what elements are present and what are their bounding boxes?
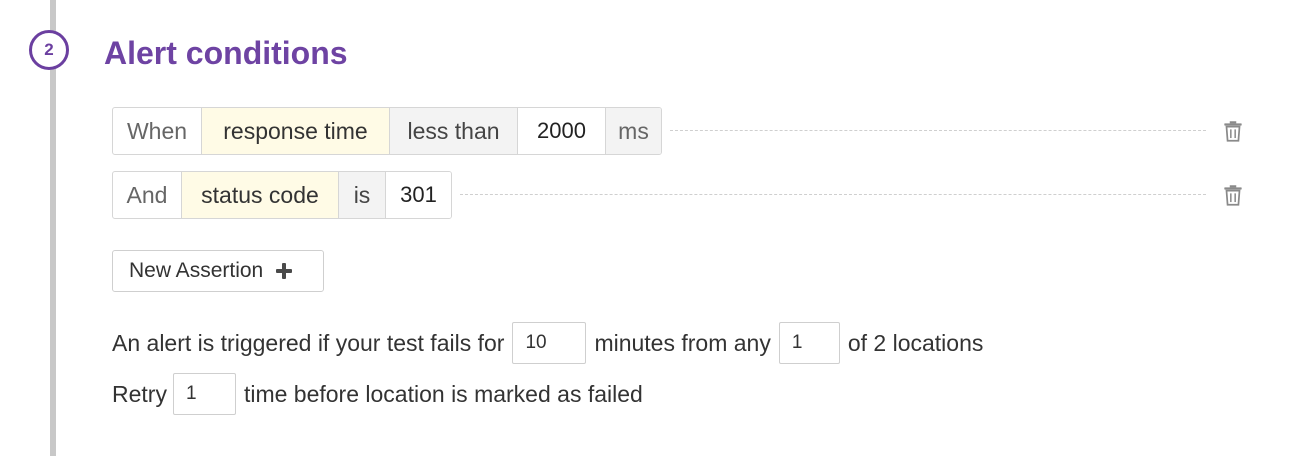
trash-icon[interactable] bbox=[1220, 118, 1246, 144]
new-assertion-label: New Assertion bbox=[129, 259, 264, 282]
retry-count-input[interactable] bbox=[172, 373, 236, 415]
assertion-row: When response time less than 2000 ms bbox=[112, 107, 1252, 155]
assertion-row: And status code is 301 bbox=[112, 171, 1252, 219]
assertion-unit-label: ms bbox=[605, 108, 661, 154]
retry-rule-suffix: time before location is marked as failed bbox=[243, 380, 643, 407]
assertion-value-input[interactable]: 301 bbox=[385, 172, 451, 218]
retry-rule: Retry time before location is marked as … bbox=[112, 372, 643, 416]
min-locations-input[interactable] bbox=[778, 322, 840, 364]
assertion-value-input[interactable]: 2000 bbox=[517, 108, 605, 154]
trash-icon[interactable] bbox=[1220, 182, 1246, 208]
alert-rule-suffix: of 2 locations bbox=[847, 329, 984, 356]
assertion-connector-label: And bbox=[126, 181, 168, 208]
assertion-builder: When response time less than 2000 ms bbox=[112, 107, 662, 155]
failure-minutes-input[interactable] bbox=[512, 322, 587, 364]
retry-rule-prefix: Retry bbox=[112, 380, 167, 407]
plus-icon bbox=[276, 263, 293, 279]
assertion-property-select[interactable]: response time bbox=[201, 108, 389, 154]
row-divider bbox=[670, 130, 1206, 131]
assertion-operator-select[interactable]: is bbox=[338, 172, 385, 218]
assertion-builder: And status code is 301 bbox=[112, 171, 452, 219]
assertion-operator-select[interactable]: less than bbox=[389, 108, 517, 154]
alert-rule-prefix: An alert is triggered if your test fails… bbox=[112, 329, 505, 356]
assertion-property-select[interactable]: status code bbox=[181, 172, 338, 218]
assertion-connector-label: When bbox=[126, 117, 188, 144]
alert-trigger-rule: An alert is triggered if your test fails… bbox=[112, 321, 983, 365]
section-title: Alert conditions bbox=[104, 35, 348, 71]
step-number-badge: 2 bbox=[29, 30, 69, 70]
alert-rule-middle: minutes from any bbox=[594, 329, 771, 356]
new-assertion-button[interactable]: New Assertion bbox=[112, 250, 324, 292]
row-divider bbox=[460, 194, 1206, 195]
alert-conditions-section: 2 Alert conditions When response time le… bbox=[0, 0, 1306, 456]
